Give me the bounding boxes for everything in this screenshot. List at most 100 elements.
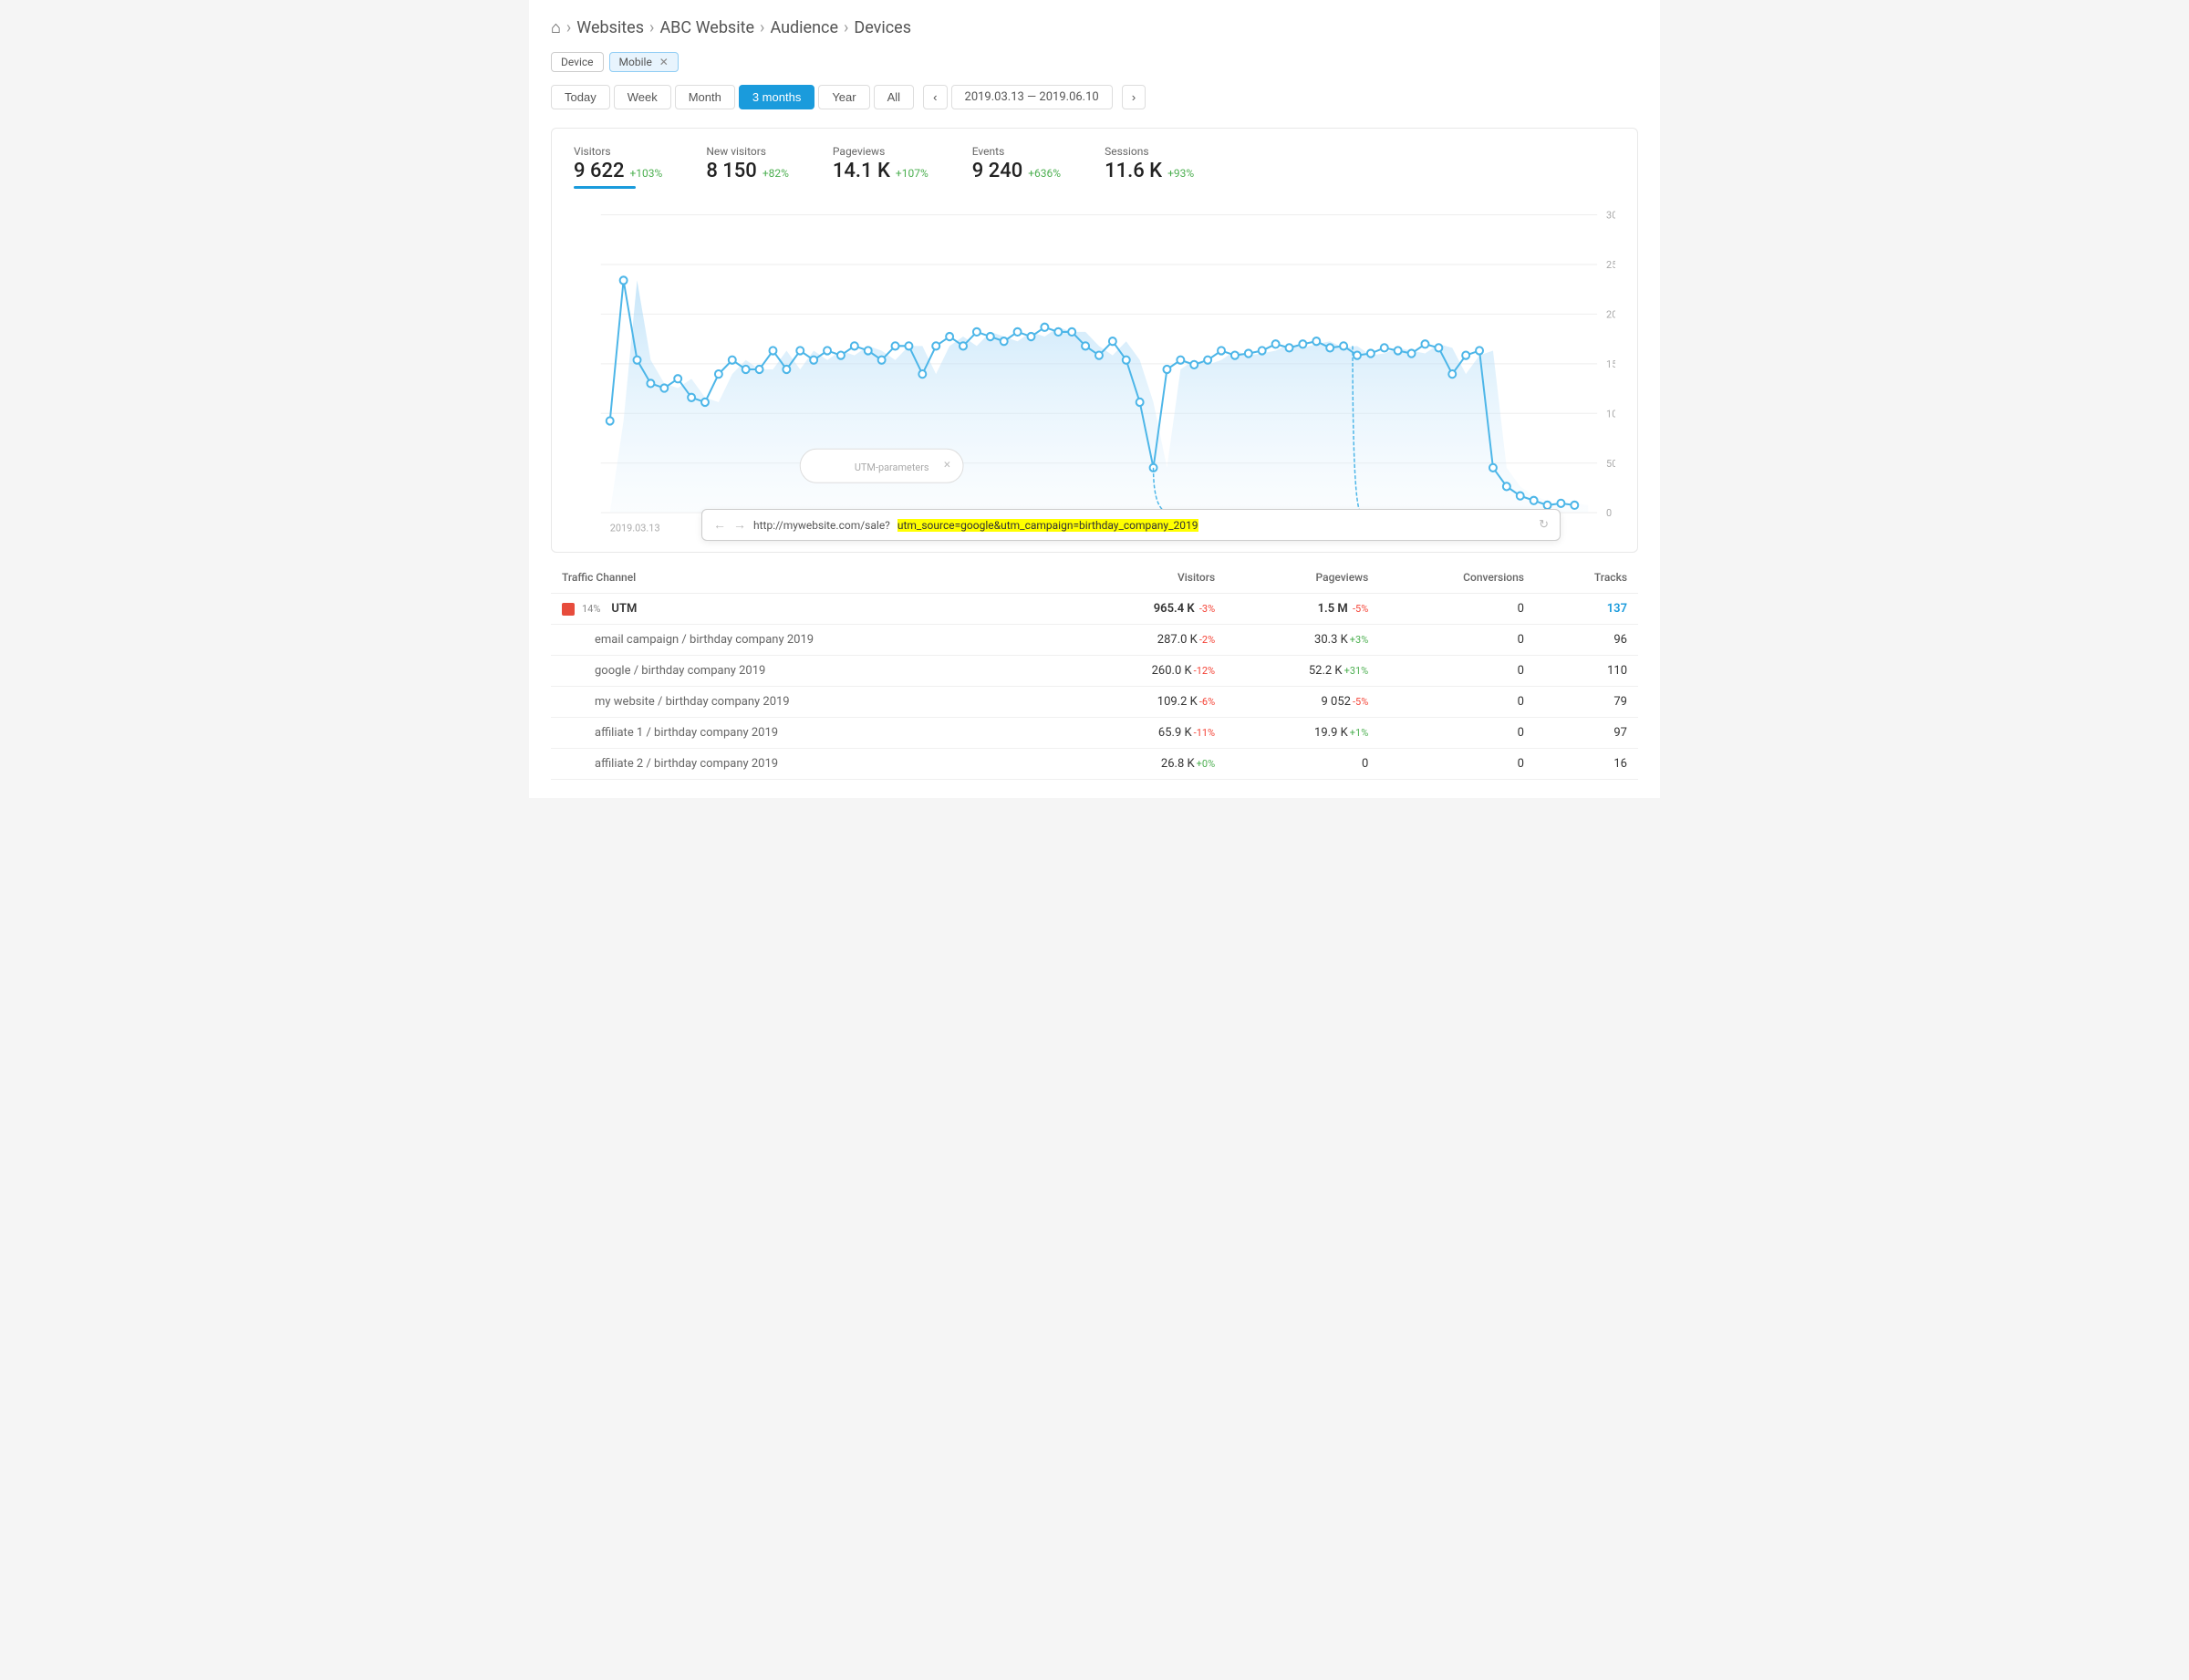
col-header-pageviews: Pageviews [1226,562,1379,594]
url-back-arrow[interactable]: ← [713,517,726,533]
svg-text:0: 0 [1606,507,1612,519]
table-row: my website / birthday company 2019 109.2… [551,687,1638,718]
breadcrumb-websites[interactable]: Websites [576,18,644,37]
date-btn-3months[interactable]: 3 months [739,85,814,109]
date-next[interactable]: › [1122,85,1146,109]
pageviews-cell: 9 052-5% [1226,687,1379,718]
date-controls: Today Week Month 3 months Year All ‹ 201… [551,85,1638,109]
tracks-cell: 96 [1535,625,1638,656]
stat-new-visitors-label: New visitors [706,145,789,158]
stat-pageviews-label: Pageviews [833,145,929,158]
visitors-cell: 109.2 K-6% [1065,687,1226,718]
pageviews-cell: 30.3 K+3% [1226,625,1379,656]
svg-text:100: 100 [1606,408,1615,420]
sub-channel-name: email campaign / birthday company 2019 [562,633,814,647]
stat-visitors-label: Visitors [574,145,662,158]
pageviews-cell: 19.9 K+1% [1226,718,1379,749]
filter-mobile-close[interactable]: ✕ [659,56,669,68]
stat-visitors-value: 9 622 +103% [574,160,662,182]
url-forward-arrow[interactable]: → [733,517,746,533]
url-text-highlighted: utm_source=google&utm_campaign=birthday_… [897,519,1198,532]
url-text-static: http://mywebsite.com/sale? [753,519,890,532]
visitors-cell: 26.8 K+0% [1065,749,1226,780]
channel-pct: 14% [582,603,600,615]
conversions-cell: 0 [1379,687,1535,718]
col-header-conversions: Conversions [1379,562,1535,594]
channel-cell: google / birthday company 2019 [551,656,1065,687]
sub-channel-name: affiliate 2 / birthday company 2019 [562,757,778,771]
channel-cell: 14% UTM [551,594,1065,625]
filter-device[interactable]: Device [551,52,604,72]
date-btn-year[interactable]: Year [818,85,869,109]
conversions-cell: 0 [1379,594,1535,625]
date-btn-all[interactable]: All [874,85,914,109]
channel-name: UTM [611,602,637,616]
breadcrumb: ⌂ › Websites › ABC Website › Audience › … [551,18,1638,37]
channel-color [562,603,575,616]
date-btn-week[interactable]: Week [614,85,671,109]
stat-new-visitors: New visitors 8 150 +82% [706,145,789,189]
url-bar[interactable]: ← → http://mywebsite.com/sale? utm_source… [701,509,1561,541]
conversions-cell: 0 [1379,625,1535,656]
filter-mobile[interactable]: Mobile ✕ [609,52,679,72]
conversions-cell: 0 [1379,718,1535,749]
svg-text:2019.03.13: 2019.03.13 [610,523,660,534]
stat-events-label: Events [972,145,1061,158]
visitors-cell: 287.0 K-2% [1065,625,1226,656]
col-header-channel: Traffic Channel [551,562,1065,594]
svg-text:200: 200 [1606,308,1615,320]
stats-card: Visitors 9 622 +103% New visitors 8 150 … [551,128,1638,553]
col-header-visitors: Visitors [1065,562,1226,594]
table-row: 14% UTM 965.4 K -3% 1.5 M -5% 0 137 [551,594,1638,625]
svg-text:UTM-parameters: UTM-parameters [855,461,929,473]
table-row: affiliate 1 / birthday company 2019 65.9… [551,718,1638,749]
table-row: google / birthday company 2019 260.0 K-1… [551,656,1638,687]
pageviews-cell: 52.2 K+31% [1226,656,1379,687]
stat-events-value: 9 240 +636% [972,160,1061,182]
date-prev[interactable]: ‹ [923,85,947,109]
visitors-cell: 965.4 K -3% [1065,594,1226,625]
svg-text:50: 50 [1606,458,1615,470]
breadcrumb-abc[interactable]: ABC Website [659,18,754,37]
visitors-cell: 260.0 K-12% [1065,656,1226,687]
chart-area: 300 250 200 150 100 50 0 [574,196,1615,543]
tracks-cell: 97 [1535,718,1638,749]
stat-pageviews: Pageviews 14.1 K +107% [833,145,929,189]
stats-row: Visitors 9 622 +103% New visitors 8 150 … [574,145,1615,189]
date-range-display: 2019.03.13 — 2019.06.10 [951,85,1113,109]
date-btn-today[interactable]: Today [551,85,610,109]
breadcrumb-devices[interactable]: Devices [854,18,911,37]
pageviews-cell: 0 [1226,749,1379,780]
stat-sessions-value: 11.6 K +93% [1105,160,1194,182]
stat-events: Events 9 240 +636% [972,145,1061,189]
reload-icon[interactable]: ↻ [1539,518,1549,532]
pageviews-cell: 1.5 M -5% [1226,594,1379,625]
tracks-cell: 16 [1535,749,1638,780]
svg-text:300: 300 [1606,209,1615,221]
table-row: email campaign / birthday company 2019 2… [551,625,1638,656]
sub-channel-name: affiliate 1 / birthday company 2019 [562,726,778,740]
date-btn-month[interactable]: Month [675,85,735,109]
traffic-table: Traffic Channel Visitors Pageviews Conve… [551,562,1638,780]
table-header-row: Traffic Channel Visitors Pageviews Conve… [551,562,1638,594]
tracks-cell: 110 [1535,656,1638,687]
home-icon[interactable]: ⌂ [551,18,561,37]
svg-text:✕: ✕ [943,461,950,471]
tracks-cell: 79 [1535,687,1638,718]
channel-cell: my website / birthday company 2019 [551,687,1065,718]
sub-channel-name: my website / birthday company 2019 [562,695,790,709]
stat-visitors: Visitors 9 622 +103% [574,145,662,189]
table-row: affiliate 2 / birthday company 2019 26.8… [551,749,1638,780]
breadcrumb-audience[interactable]: Audience [770,18,838,37]
svg-text:150: 150 [1606,358,1615,370]
line-chart: 300 250 200 150 100 50 0 [574,196,1615,543]
col-header-tracks: Tracks [1535,562,1638,594]
channel-cell: affiliate 1 / birthday company 2019 [551,718,1065,749]
conversions-cell: 0 [1379,749,1535,780]
channel-cell: affiliate 2 / birthday company 2019 [551,749,1065,780]
svg-text:250: 250 [1606,259,1615,271]
url-bar-wrapper: ← → http://mywebsite.com/sale? utm_source… [701,509,1561,541]
channel-cell: email campaign / birthday company 2019 [551,625,1065,656]
stat-sessions-label: Sessions [1105,145,1194,158]
tracks-cell: 137 [1535,594,1638,625]
